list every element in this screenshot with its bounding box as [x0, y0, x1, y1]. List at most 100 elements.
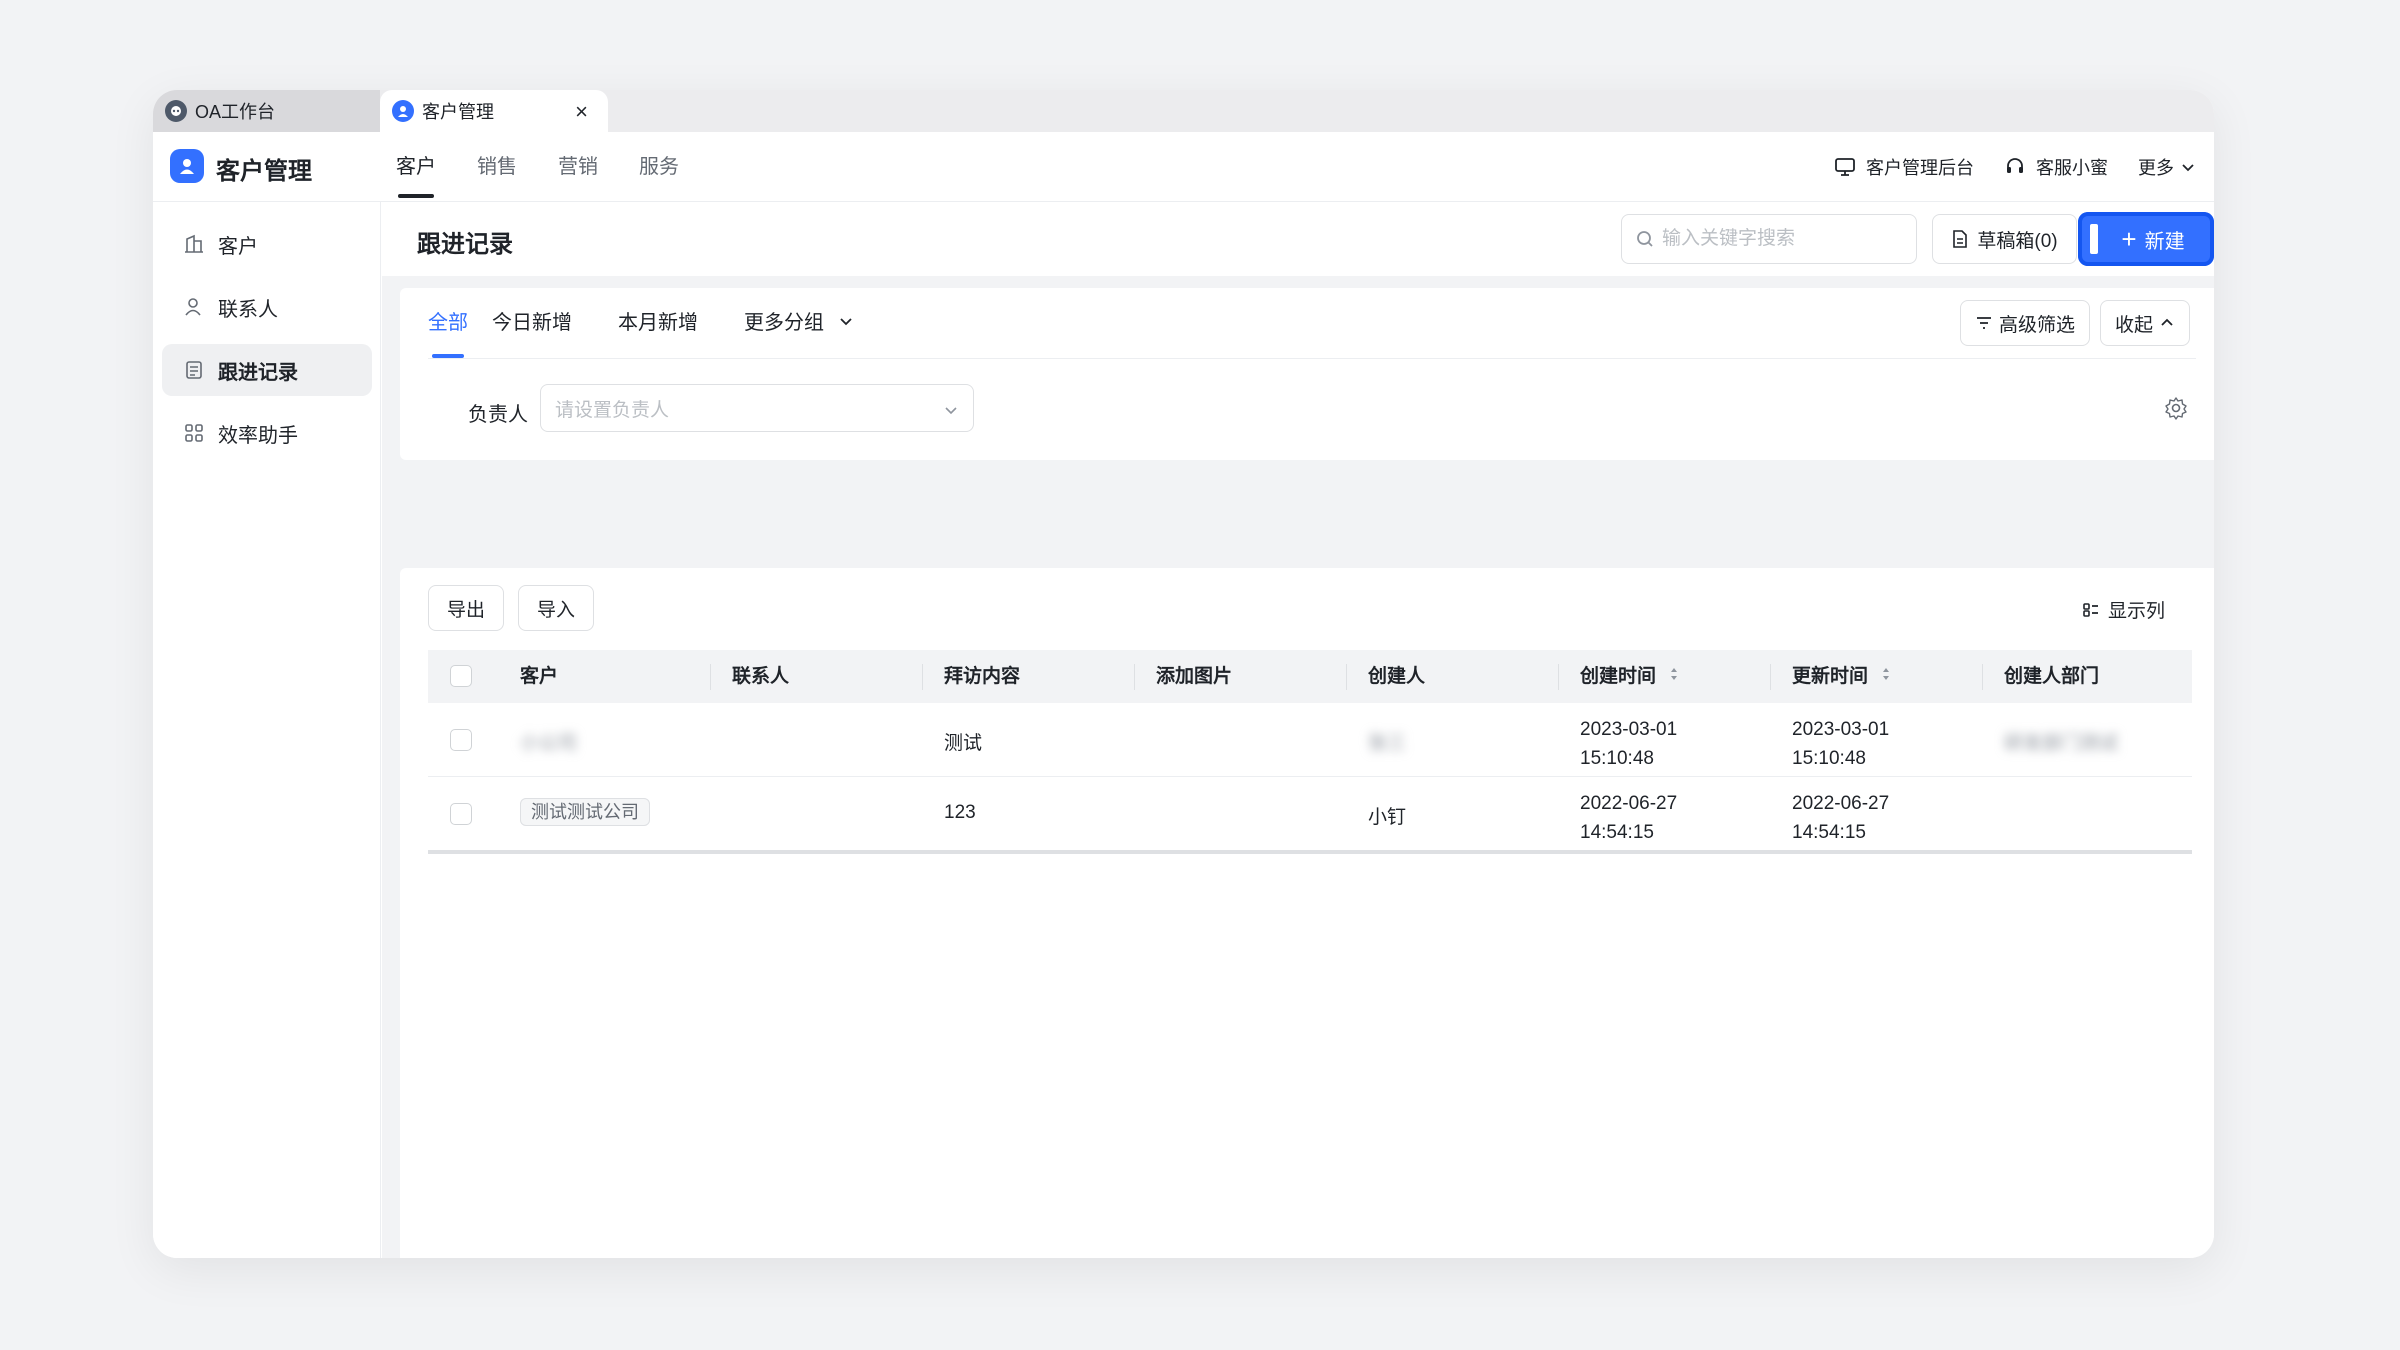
support-assistant-link[interactable]: 客服小蜜 [2004, 154, 2108, 180]
chevron-up-icon [2161, 318, 2173, 326]
export-button[interactable]: 导出 [428, 585, 504, 631]
cell-creator: 张三 [1368, 733, 1407, 754]
filter-panel: 全部 今日新增 本月新增 更多分组 高级筛选 收起 负责人 请设置负责人 [400, 288, 2214, 460]
search-icon [1637, 231, 1653, 247]
column-header-updated-time[interactable]: 更新时间 [1792, 650, 1891, 703]
search-input[interactable] [1662, 228, 1902, 250]
search-box[interactable] [1621, 214, 1917, 264]
nav-sales[interactable]: 销售 [477, 132, 517, 202]
cell-visit-content: 123 [944, 802, 976, 823]
nav-marketing[interactable]: 营销 [558, 132, 598, 202]
group-tabs: 全部 今日新增 本月新增 更多分组 [428, 288, 900, 358]
created-clock: 14:54:15 [1580, 822, 1654, 843]
column-separator [922, 664, 923, 690]
sidebar-item-customer[interactable]: 客户 [162, 218, 372, 270]
table-header: 客户 联系人 拜访内容 添加图片 创建人 创建时间 更新时间 创建人部门 [428, 650, 2192, 703]
chevron-down-icon [945, 407, 957, 415]
column-separator [1558, 664, 1559, 690]
nav-customer[interactable]: 客户 [396, 132, 436, 202]
cell-customer[interactable]: 小公司 [520, 728, 577, 755]
show-columns-label: 显示列 [2108, 601, 2166, 622]
tab-label: OA工作台 [195, 102, 276, 122]
column-separator [1770, 664, 1771, 690]
sidebar-item-follow-up[interactable]: 跟进记录 [162, 344, 372, 396]
header-actions: 客户管理后台 客服小蜜 更多 [1804, 132, 2196, 202]
table-row[interactable]: 测试测试公司 123 小钉 2022-06-27 14:54:15 2022-0… [428, 777, 2192, 854]
chevron-down-icon [838, 288, 854, 358]
admin-console-link[interactable]: 客户管理后台 [1834, 154, 1974, 180]
advanced-filter-label: 高级筛选 [1998, 314, 2075, 336]
filter-icon [1976, 317, 1991, 329]
column-separator [1134, 664, 1135, 690]
sidebar-item-label: 联系人 [218, 298, 278, 321]
column-header-created-time[interactable]: 创建时间 [1580, 650, 1679, 703]
show-columns-button[interactable]: 显示列 [2082, 596, 2165, 623]
sidebar-item-efficiency[interactable]: 效率助手 [162, 407, 372, 459]
headset-icon [2007, 158, 2023, 173]
owner-placeholder: 请设置负责人 [555, 399, 670, 421]
cell-creator: 小钉 [1368, 807, 1407, 828]
column-header-visit-content[interactable]: 拜访内容 [944, 650, 1020, 703]
column-header-creator[interactable]: 创建人 [1368, 650, 1425, 703]
tab-strip: OA工作台 客户管理 × [153, 90, 2214, 132]
tab-all[interactable]: 全部 [428, 288, 468, 358]
tab-more-groups[interactable]: 更多分组 [744, 288, 854, 358]
select-all-checkbox[interactable] [450, 665, 472, 687]
drafts-label: 草稿箱(0) [1977, 230, 2058, 252]
updated-clock: 14:54:15 [1792, 822, 1866, 843]
file-icon [1953, 230, 1968, 248]
more-menu[interactable]: 更多 [2138, 154, 2196, 180]
tab-today-new[interactable]: 今日新增 [492, 288, 572, 358]
sidebar-item-contacts[interactable]: 联系人 [162, 281, 372, 333]
column-header-images[interactable]: 添加图片 [1156, 650, 1232, 703]
cell-updated-time: 2023-03-01 15:10:48 [1792, 715, 1889, 773]
drafts-button[interactable]: 草稿箱(0) [1932, 214, 2077, 264]
nav-service[interactable]: 服务 [639, 132, 679, 202]
tab-month-new[interactable]: 本月新增 [618, 288, 698, 358]
column-separator [1346, 664, 1347, 690]
column-header-customer[interactable]: 客户 [520, 650, 558, 703]
new-button[interactable]: + 新建 [2078, 212, 2214, 266]
cell-customer[interactable]: 测试测试公司 [520, 798, 650, 826]
tab-customer-management[interactable]: 客户管理 × [380, 90, 608, 132]
updated-date: 2023-03-01 [1792, 719, 1890, 740]
created-time-label: 创建时间 [1580, 666, 1657, 687]
cell-created-time: 2022-06-27 14:54:15 [1580, 789, 1677, 847]
customer-tag[interactable]: 测试测试公司 [520, 798, 650, 826]
row-checkbox[interactable] [450, 803, 472, 825]
records-table: 客户 联系人 拜访内容 添加图片 创建人 创建时间 更新时间 创建人部门 小公司… [428, 650, 2192, 854]
grid-icon [185, 424, 203, 442]
close-icon[interactable]: × [575, 99, 588, 125]
collapse-button[interactable]: 收起 [2100, 300, 2190, 346]
plus-icon: + [2121, 223, 2137, 254]
advanced-filter-button[interactable]: 高级筛选 [1960, 300, 2090, 346]
column-header-department[interactable]: 创建人部门 [2004, 650, 2099, 703]
created-date: 2022-06-27 [1580, 793, 1678, 814]
column-header-contact[interactable]: 联系人 [732, 650, 789, 703]
cell-created-time: 2023-03-01 15:10:48 [1580, 715, 1677, 773]
import-button[interactable]: 导入 [518, 585, 594, 631]
cell-visit-content: 测试 [944, 733, 983, 754]
sort-icon[interactable] [1881, 650, 1891, 703]
person-icon [185, 298, 201, 316]
tab-label: 客户管理 [422, 102, 494, 122]
tab-oa-workbench[interactable]: OA工作台 [153, 90, 380, 132]
sort-icon[interactable] [1669, 650, 1679, 703]
customer-app-icon [392, 100, 414, 122]
gear-icon[interactable] [2164, 396, 2188, 425]
page-toolbar: 跟进记录 草稿箱(0) + 新建 [382, 202, 2214, 276]
divider [428, 358, 2196, 359]
app-title: 客户管理 [216, 158, 312, 185]
owner-select[interactable]: 请设置负责人 [540, 384, 974, 432]
cell-updated-time: 2022-06-27 14:54:15 [1792, 789, 1889, 847]
sidebar-item-label: 效率助手 [218, 424, 298, 447]
table-row[interactable]: 小公司 测试 张三 2023-03-01 15:10:48 2023-03-01… [428, 703, 2192, 777]
page-title: 跟进记录 [417, 231, 513, 258]
building-icon [185, 234, 203, 253]
row-checkbox[interactable] [450, 729, 472, 751]
cell-department: 研发部门测试 [2004, 733, 2119, 754]
sidebar-item-label: 跟进记录 [218, 361, 298, 384]
sidebar-item-label: 客户 [218, 235, 258, 258]
more-groups-label: 更多分组 [744, 312, 824, 334]
updated-clock: 15:10:48 [1792, 748, 1866, 769]
